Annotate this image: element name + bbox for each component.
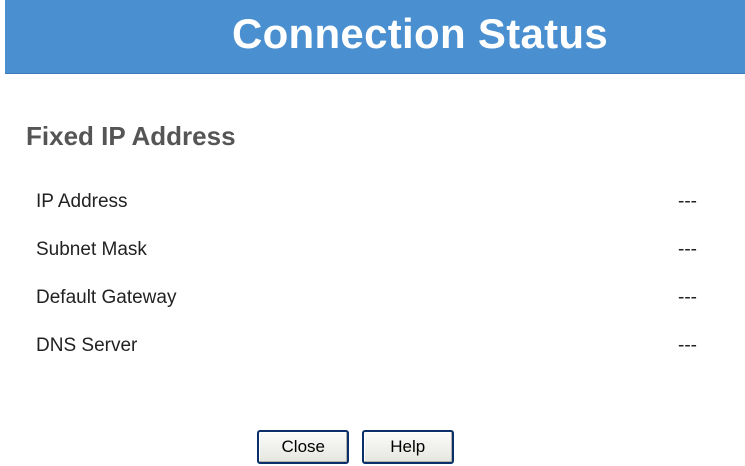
info-row-dns-server: DNS Server --- <box>36 331 701 379</box>
ip-address-value: --- <box>678 191 697 212</box>
dns-server-value: --- <box>678 335 697 356</box>
info-row-ip-address: IP Address --- <box>36 187 701 235</box>
section-title: Fixed IP Address <box>26 121 236 151</box>
page-title: Connection Status <box>231 10 609 57</box>
connection-status-page: Connection Status Fixed IP Address IP Ad… <box>0 0 745 466</box>
button-bar: Close Help <box>0 430 745 464</box>
info-row-default-gateway: Default Gateway --- <box>36 283 701 331</box>
default-gateway-value: --- <box>678 287 697 308</box>
close-button[interactable]: Close <box>257 430 350 464</box>
subnet-mask-label: Subnet Mask <box>36 239 147 260</box>
default-gateway-label: Default Gateway <box>36 287 177 308</box>
help-button[interactable]: Help <box>361 430 454 464</box>
subnet-mask-value: --- <box>678 239 697 260</box>
ip-address-label: IP Address <box>36 191 128 212</box>
dns-server-label: DNS Server <box>36 335 138 356</box>
info-row-subnet-mask: Subnet Mask --- <box>36 235 701 283</box>
header-banner: Connection Status <box>5 0 745 74</box>
connection-info-table: IP Address --- Subnet Mask --- Default G… <box>36 187 701 379</box>
